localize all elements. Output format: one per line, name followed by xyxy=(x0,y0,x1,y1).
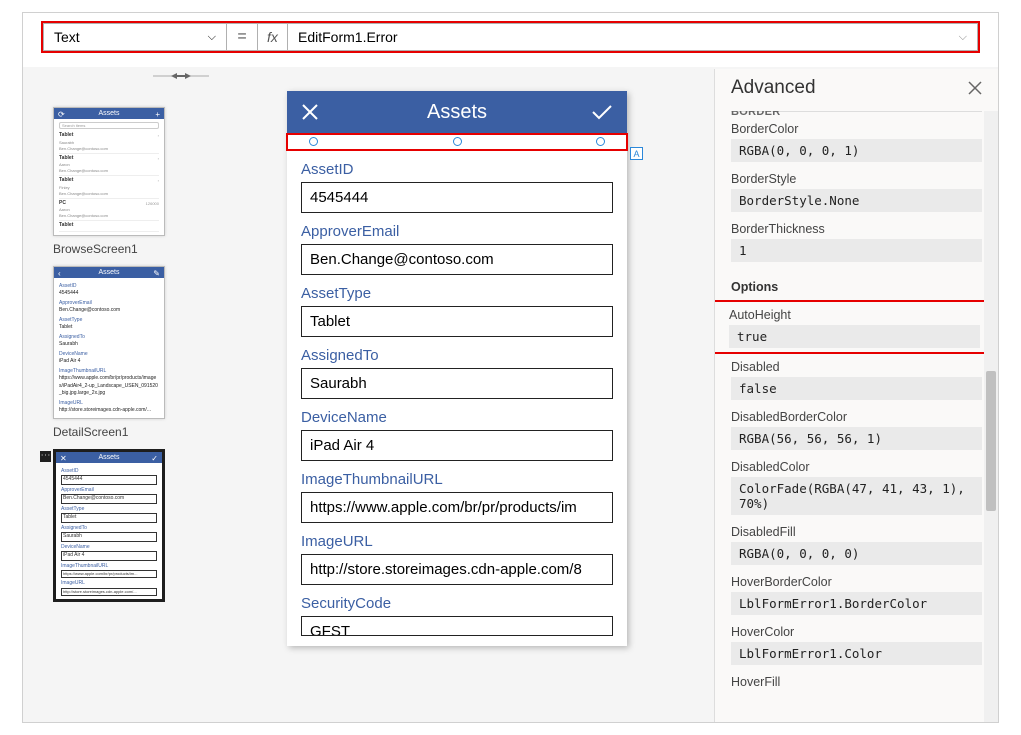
thumb-label: DetailScreen1 xyxy=(53,425,165,439)
resize-handle[interactable] xyxy=(453,137,462,146)
formula-text: EditForm1.Error xyxy=(298,29,398,45)
plus-icon: + xyxy=(155,110,160,119)
scrollbar[interactable] xyxy=(984,111,998,722)
phone-form-body: AssetID 4545444 ApproverEmail Ben.Change@c… xyxy=(287,161,627,646)
prop-hoverfill[interactable]: HoverFill xyxy=(715,669,998,696)
field-input[interactable]: https://www.apple.com/br/pr/products/im xyxy=(301,492,613,523)
formula-input[interactable]: EditForm1.Error ⌵ xyxy=(287,23,978,51)
thumb-edit-selected[interactable]: ⋯ ✕Assets✓ AssetID4545444 ApproverEmailB… xyxy=(53,449,165,602)
ellipsis-icon[interactable]: ⋯ xyxy=(40,451,51,462)
prop-borderstyle[interactable]: BorderStyleBorderStyle.None xyxy=(715,166,998,216)
edit-icon: ✎ xyxy=(153,269,160,278)
prop-disabledbordercolor[interactable]: DisabledBorderColorRGBA(56, 56, 56, 1) xyxy=(715,404,998,454)
prop-autoheight[interactable]: AutoHeight true xyxy=(715,300,996,354)
formula-bar: Text ⌵ = fx EditForm1.Error ⌵ xyxy=(41,21,980,53)
phone-title: Assets xyxy=(427,101,487,124)
thumb-browse[interactable]: ⟳Assets+ Search items TabletSaurabhBen.C… xyxy=(53,107,165,256)
fx-icon[interactable]: fx xyxy=(257,23,287,51)
form-field: AssetID 4545444 xyxy=(301,161,613,213)
check-icon: ✓ xyxy=(151,454,158,463)
prop-disabledcolor[interactable]: DisabledColorColorFade(RGBA(47, 41, 43, … xyxy=(715,454,998,519)
resize-handle[interactable] xyxy=(596,137,605,146)
field-input[interactable]: http://store.storeimages.cdn-apple.com/8 xyxy=(301,554,613,585)
prop-hoverbordercolor[interactable]: HoverBorderColorLblFormError1.BorderColo… xyxy=(715,569,998,619)
advanced-header: Advanced xyxy=(715,69,998,107)
form-field: AssetType Tablet xyxy=(301,285,613,337)
selected-error-label[interactable]: A xyxy=(287,133,627,151)
canvas-area: ⟳ Assets + Search items Tablet Saurabh Ben.C… xyxy=(23,67,998,722)
form-field: ImageURL http://store.storeimages.cdn-app… xyxy=(301,533,613,585)
close-icon[interactable] xyxy=(968,81,982,95)
field-label: DeviceName xyxy=(301,409,613,426)
prop-disabledfill[interactable]: DisabledFillRGBA(0, 0, 0, 0) xyxy=(715,519,998,569)
search-mini: Search items xyxy=(59,122,159,129)
text-type-badge: A xyxy=(630,147,643,160)
form-field: ImageThumbnailURL https://www.apple.com/b… xyxy=(301,471,613,523)
field-input[interactable]: 4545444 xyxy=(301,182,613,213)
close-icon[interactable] xyxy=(301,103,319,121)
form-field: DeviceName iPad Air 4 xyxy=(301,409,613,461)
field-label: ImageThumbnailURL xyxy=(301,471,613,488)
field-label: ApproverEmail xyxy=(301,223,613,240)
options-header: Options xyxy=(715,266,998,300)
form-field: AssignedTo Saurabh xyxy=(301,347,613,399)
phone-preview[interactable]: Assets A AssetID 4545444 ApproverEmail Ben… xyxy=(287,91,627,646)
prop-bordercolor[interactable]: BorderColorRGBA(0, 0, 0, 1) xyxy=(715,116,998,166)
field-input[interactable]: GFST xyxy=(301,616,613,636)
field-input[interactable]: Tablet xyxy=(301,306,613,337)
close-icon: ✕ xyxy=(60,454,67,463)
property-selector[interactable]: Text ⌵ xyxy=(43,23,227,51)
field-label: AssetID xyxy=(301,161,613,178)
field-label: SecurityCode xyxy=(301,595,613,612)
prop-hovercolor[interactable]: HoverColorLblFormError1.Color xyxy=(715,619,998,669)
field-input[interactable]: Ben.Change@contoso.com xyxy=(301,244,613,275)
field-input[interactable]: iPad Air 4 xyxy=(301,430,613,461)
drag-handle-icon[interactable] xyxy=(153,71,209,81)
prop-disabled[interactable]: Disabledfalse xyxy=(715,354,998,404)
advanced-scroll[interactable]: Border BorderColorRGBA(0, 0, 0, 1) Borde… xyxy=(715,111,998,722)
refresh-icon: ⟳ xyxy=(58,110,65,119)
phone-header: Assets xyxy=(287,91,627,133)
field-label: ImageURL xyxy=(301,533,613,550)
resize-handle[interactable] xyxy=(309,137,318,146)
advanced-title: Advanced xyxy=(731,77,816,99)
app-frame: Text ⌵ = fx EditForm1.Error ⌵ ⟳ Assets + S… xyxy=(22,12,999,723)
form-field: SecurityCode GFST xyxy=(301,595,613,636)
form-field: ApproverEmail Ben.Change@contoso.com xyxy=(301,223,613,275)
prop-borderthickness[interactable]: BorderThickness1 xyxy=(715,216,998,266)
screen-thumbnails: ⟳Assets+ Search items TabletSaurabhBen.C… xyxy=(53,107,165,602)
chevron-down-icon[interactable]: ⌵ xyxy=(959,31,967,44)
property-name: Text xyxy=(54,29,80,45)
field-input[interactable]: Saurabh xyxy=(301,368,613,399)
advanced-panel: Advanced Border BorderColorRGBA(0, 0, 0,… xyxy=(714,69,998,722)
chevron-down-icon: ⌵ xyxy=(208,31,216,44)
back-icon: ‹ xyxy=(58,269,61,278)
thumb-detail[interactable]: ‹Assets✎ AssetID4545444 ApproverEmailBen… xyxy=(53,266,165,439)
scroll-thumb[interactable] xyxy=(986,371,996,511)
check-icon[interactable] xyxy=(591,103,613,121)
field-label: AssignedTo xyxy=(301,347,613,364)
field-label: AssetType xyxy=(301,285,613,302)
equals-symbol: = xyxy=(227,23,257,51)
thumb-label: BrowseScreen1 xyxy=(53,242,165,256)
